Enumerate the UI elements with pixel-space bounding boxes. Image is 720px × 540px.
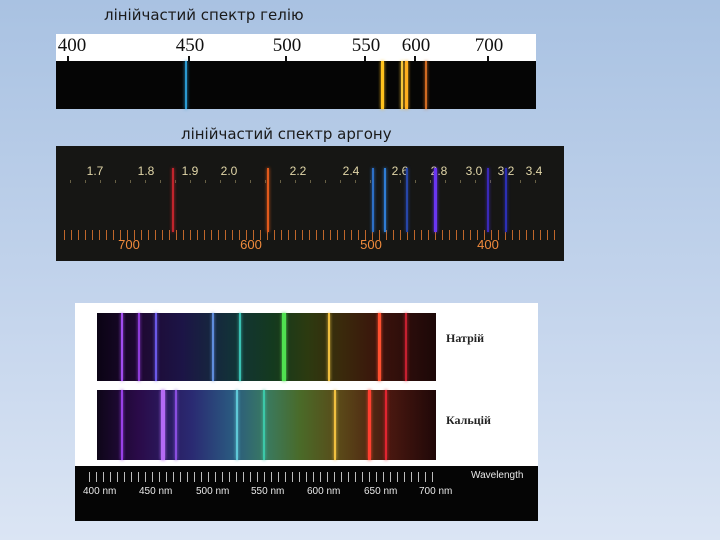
argon-emission-line [406, 168, 408, 232]
sodium-spectrum-strip [97, 313, 436, 381]
argon-emission-line [434, 168, 437, 232]
calcium-emission-line [368, 390, 371, 460]
helium-emission-line [401, 61, 403, 109]
wavelength-scale: Wavelength 400 nm 450 nm 500 nm 550 nm 6… [75, 466, 538, 521]
calcium-emission-line [175, 390, 177, 460]
helium-scale-label: 450 [175, 35, 205, 56]
sodium-spectrum-background [97, 313, 436, 381]
argon-emission-line [372, 168, 374, 232]
argon-wavelength-label: 400 [477, 237, 499, 252]
argon-emission-line [487, 168, 489, 232]
helium-emission-line [425, 61, 427, 109]
argon-energy-label: 3.4 [525, 164, 543, 178]
helium-scale-label: 600 [401, 35, 431, 56]
argon-wavelength-label: 500 [360, 237, 382, 252]
calcium-emission-line [121, 390, 123, 460]
helium-scale-label: 400 [57, 35, 87, 56]
wavelength-label: 400 nm [83, 486, 117, 497]
calcium-spectrum-strip [97, 390, 436, 460]
helium-emission-strip [56, 61, 536, 109]
calcium-emission-line [161, 390, 165, 460]
argon-wavelength-label: 600 [240, 237, 262, 252]
wavelength-label: 450 nm [139, 486, 173, 497]
helium-emission-line [381, 61, 384, 109]
sodium-calcium-figure: Натрій Кальцій Wavelength 400 nm 450 nm … [75, 303, 538, 521]
calcium-emission-line [334, 390, 336, 460]
helium-scale-label: 500 [272, 35, 302, 56]
helium-emission-line [405, 61, 408, 109]
wavelength-label: 550 nm [251, 486, 285, 497]
argon-spectrum-panel: 1.7 1.8 1.9 2.0 2.2 2.4 2.6 2.8 3.0 3.2 … [56, 146, 564, 261]
argon-energy-label: 2.0 [220, 164, 238, 178]
argon-emission-line [384, 168, 386, 232]
wavelength-label: 700 nm [419, 486, 453, 497]
argon-energy-label: 1.8 [137, 164, 155, 178]
argon-energy-ruler [70, 180, 550, 183]
sodium-emission-line [138, 313, 140, 381]
argon-wavelength-label: 700 [118, 237, 140, 252]
argon-emission-line [172, 168, 174, 232]
calcium-label: Кальцій [446, 413, 491, 427]
calcium-emission-line [236, 390, 238, 460]
argon-spectrum-title: лінійчастий спектр аргону [181, 125, 392, 143]
calcium-emission-line [385, 390, 387, 460]
sodium-emission-line [212, 313, 214, 381]
sodium-emission-line [239, 313, 241, 381]
calcium-emission-line [263, 390, 265, 460]
sodium-emission-line [155, 313, 157, 381]
helium-scale-label: 550 [351, 35, 381, 56]
sodium-emission-line [378, 313, 381, 381]
argon-energy-label: 3.0 [465, 164, 483, 178]
wavelength-label: 600 nm [307, 486, 341, 497]
sodium-emission-line [121, 313, 123, 381]
wavelength-scale-title: Wavelength [471, 470, 524, 481]
argon-energy-label: 2.4 [342, 164, 360, 178]
sodium-emission-line [282, 313, 286, 381]
wavelength-ruler [89, 472, 439, 482]
wavelength-label: 650 nm [364, 486, 398, 497]
argon-energy-label: 1.9 [181, 164, 199, 178]
sodium-label: Натрій [446, 331, 484, 345]
helium-scale-label: 700 [474, 35, 504, 56]
argon-energy-label: 1.7 [86, 164, 104, 178]
helium-emission-line [185, 61, 187, 109]
argon-emission-line [267, 168, 269, 232]
sodium-emission-line [328, 313, 330, 381]
helium-spectrum-panel: 400 450 500 550 600 700 [56, 34, 536, 109]
helium-spectrum-title: лінійчастий спектр гелію [104, 6, 304, 24]
wavelength-label: 500 nm [196, 486, 230, 497]
sodium-emission-line [405, 313, 407, 381]
argon-energy-label: 2.2 [289, 164, 307, 178]
argon-emission-line [505, 168, 507, 232]
helium-wavelength-scale: 400 450 500 550 600 700 [56, 34, 536, 61]
